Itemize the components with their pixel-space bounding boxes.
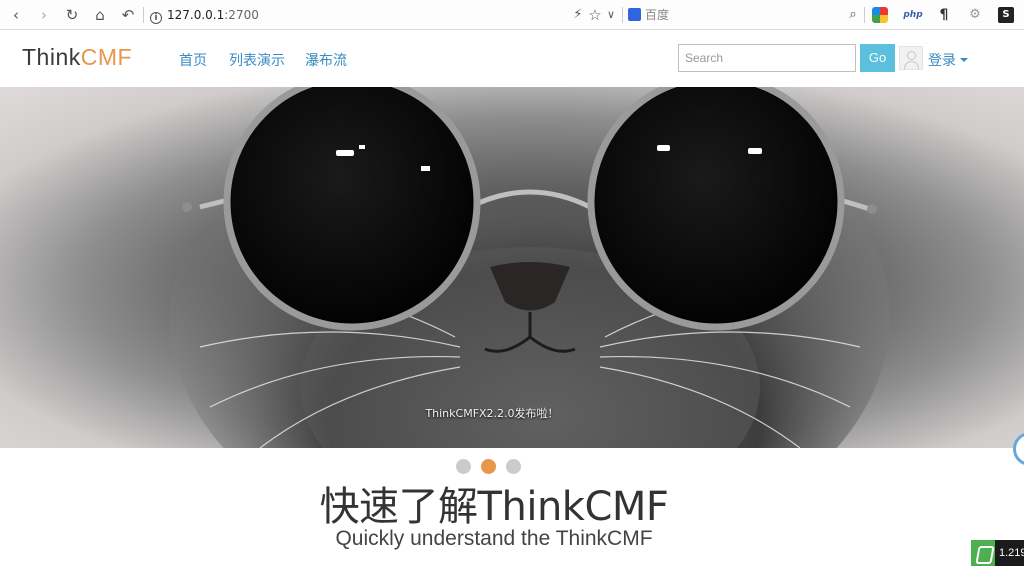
browser-toolbar: ‹ › ↻ ⌂ ↶ i 127.0.0.1:2700 ⚡︎ ☆ ∨ 百度 ⌕ ph…	[0, 0, 1024, 30]
reload-icon[interactable]: ↻	[64, 7, 80, 23]
go-button[interactable]: Go	[860, 44, 895, 72]
logo-part-cmf: CMF	[80, 44, 133, 70]
ext-pilcrow-icon[interactable]: ¶	[936, 7, 952, 23]
toolbar-divider	[622, 7, 623, 23]
undo-icon[interactable]: ↶	[120, 7, 136, 23]
carousel-dot[interactable]	[456, 459, 471, 474]
section-subheadline: Quickly understand the ThinkCMF	[335, 527, 653, 550]
search-engine-placeholder: 百度	[645, 8, 670, 22]
ext-colorful-icon[interactable]	[872, 7, 888, 23]
lightning-icon[interactable]: ⚡︎	[570, 7, 586, 23]
chevron-down-icon[interactable]: ∨	[603, 7, 619, 23]
login-label: 登录	[928, 53, 956, 69]
nav-home[interactable]: 首页	[179, 50, 207, 70]
nav-waterfall[interactable]: 瀑布流	[305, 50, 347, 70]
caret-down-icon	[960, 58, 968, 62]
site-navbar: ThinkCMF 首页 列表演示 瀑布流 Go 登录	[0, 30, 1024, 87]
forward-icon[interactable]: ›	[36, 7, 52, 23]
toolbar-divider	[143, 7, 144, 23]
nav-list-demo[interactable]: 列表演示	[229, 50, 285, 70]
taskbar-badge[interactable]: 1.219	[971, 540, 1024, 566]
search-icon[interactable]: ⌕	[845, 7, 861, 23]
search-engine-box[interactable]: 百度	[628, 6, 858, 24]
avatar-body-shape	[904, 61, 919, 69]
ext-gear-icon[interactable]: ⚙	[967, 7, 983, 23]
toolbar-divider	[864, 7, 865, 23]
ext-php-icon[interactable]: php	[903, 7, 923, 23]
avatar-head-shape	[907, 51, 916, 60]
home-icon[interactable]: ⌂	[92, 7, 108, 23]
section-headline: 快速了解ThinkCMF	[319, 484, 669, 530]
ext-s-icon[interactable]: S	[998, 7, 1014, 23]
right-lens-shape	[587, 87, 845, 331]
search-input[interactable]	[678, 44, 856, 72]
baidu-paw-icon	[628, 8, 641, 21]
star-icon[interactable]: ☆	[587, 7, 603, 23]
slide-caption: ThinkCMFX2.2.0发布啦！	[425, 407, 559, 420]
url-port: :2700	[224, 8, 259, 22]
carousel-dot[interactable]	[506, 459, 521, 474]
url-host: 127.0.0.1	[167, 8, 225, 22]
site-logo[interactable]: ThinkCMF	[22, 44, 132, 71]
back-icon[interactable]: ‹	[8, 7, 24, 23]
avatar[interactable]	[899, 46, 923, 70]
logo-part-think: Think	[22, 44, 81, 70]
hero-slide-image	[170, 87, 890, 448]
hero-carousel[interactable]: ThinkCMFX2.2.0发布啦！	[0, 87, 1024, 448]
login-dropdown[interactable]: 登录	[928, 50, 968, 70]
carousel-dot-active[interactable]	[481, 459, 496, 474]
address-bar[interactable]: i 127.0.0.1:2700	[150, 6, 620, 24]
taskbar-badge-value: 1.219	[995, 540, 1024, 566]
left-lens-shape	[223, 87, 481, 331]
green-app-icon	[971, 540, 995, 566]
info-icon[interactable]: i	[150, 12, 162, 24]
